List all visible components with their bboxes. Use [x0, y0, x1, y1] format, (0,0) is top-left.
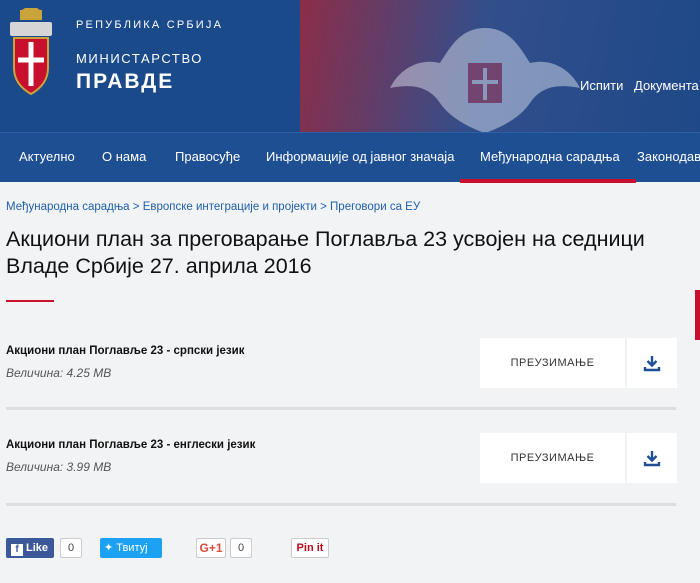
gplus-count: 0 — [230, 538, 252, 558]
tweet-label: Твитуј — [116, 542, 148, 554]
file-name: Акциони план Поглавље 23 - енглески јези… — [6, 439, 256, 451]
facebook-icon: f — [11, 544, 23, 556]
coat-of-arms-icon[interactable] — [8, 8, 54, 96]
download-arrow-icon — [643, 356, 661, 372]
nav-item-news[interactable]: Актуелно — [19, 133, 75, 183]
nav-item-public-info[interactable]: Информације од јавног значаја — [266, 133, 454, 183]
eagle-emblem-icon — [390, 28, 580, 132]
file-size: Величина: 4.25 MB — [6, 366, 112, 380]
file-name: Акциони план Поглавље 23 - српски језик — [6, 345, 245, 357]
republic-label: РЕПУБЛИКА СРБИЈА — [76, 19, 224, 31]
nav-item-international[interactable]: Међународна сарадња — [460, 133, 636, 183]
nav-item-legislation[interactable]: Законодавств — [637, 133, 700, 183]
facebook-like-button[interactable]: f Like — [6, 538, 54, 558]
main-nav: Актуелно О нама Правосуђе Информације од… — [0, 132, 700, 183]
ministry-name[interactable]: ПРАВДЕ — [76, 70, 174, 94]
file-size: Величина: 3.99 MB — [6, 460, 112, 474]
download-button[interactable]: ПРЕУЗИМАЊЕ — [480, 433, 625, 483]
download-arrow-icon — [643, 451, 661, 467]
download-button[interactable]: ПРЕУЗИМАЊЕ — [480, 338, 625, 388]
pinterest-button[interactable]: Pin it — [291, 538, 329, 558]
like-label: Like — [26, 542, 49, 554]
site-header: РЕПУБЛИКА СРБИЈА МИНИСТАРСТВО ПРАВДЕ Исп… — [0, 0, 700, 132]
breadcrumb-link[interactable]: Европске интеграције и пројекти — [143, 201, 317, 213]
twitter-icon: ✦ — [104, 542, 114, 554]
nav-item-judiciary[interactable]: Правосуђе — [175, 133, 240, 183]
ministry-label: МИНИСТАРСТВО — [76, 51, 204, 66]
download-icon[interactable] — [627, 338, 677, 388]
divider — [6, 503, 676, 506]
like-count: 0 — [60, 538, 82, 558]
breadcrumb: Међународна сарадња > Европске интеграци… — [6, 201, 420, 213]
breadcrumb-link[interactable]: Преговори са ЕУ — [330, 201, 420, 213]
title-underline — [6, 300, 54, 302]
download-icon[interactable] — [627, 433, 677, 483]
google-plus-button[interactable]: G+1 — [196, 538, 226, 558]
side-accent-bar — [695, 290, 700, 340]
top-link-documents[interactable]: Документа — [634, 78, 699, 93]
top-link-exams[interactable]: Испити — [580, 78, 623, 93]
divider — [6, 407, 676, 410]
breadcrumb-separator: > — [320, 201, 327, 213]
breadcrumb-link[interactable]: Међународна сарадња — [6, 201, 130, 213]
breadcrumb-separator: > — [132, 201, 140, 213]
tweet-button[interactable]: ✦ Твитуј — [100, 538, 162, 558]
page-title: Акциони план за преговарање Поглавља 23 … — [6, 227, 645, 278]
nav-item-about[interactable]: О нама — [102, 133, 146, 183]
